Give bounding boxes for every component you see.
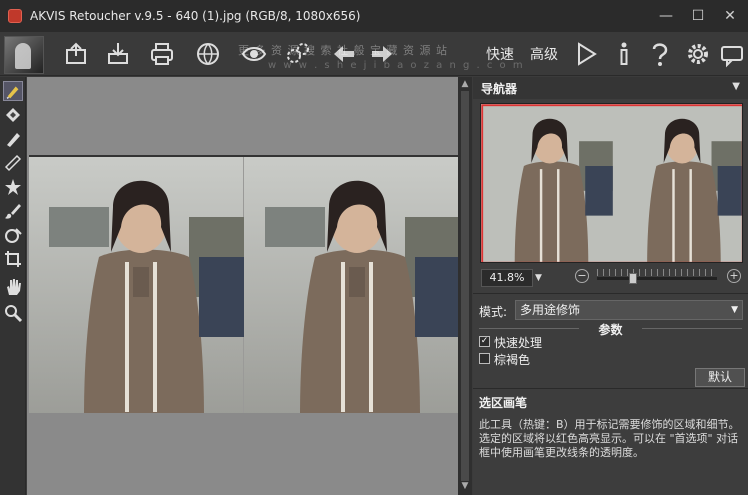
- mode-select-value: 多用途修饰: [520, 303, 581, 317]
- tools-panel: [0, 77, 26, 495]
- star-stamp-icon[interactable]: [3, 177, 23, 197]
- zoom-slider-ticks: [597, 269, 717, 276]
- akvis-logo: [4, 36, 44, 74]
- checkmark-icon: ✓: [480, 336, 489, 346]
- crop-icon[interactable]: [3, 249, 23, 269]
- photo-preview: [29, 155, 458, 413]
- navigator-collapse-icon[interactable]: ▼: [732, 81, 740, 92]
- hand-icon[interactable]: [3, 277, 23, 297]
- print-icon[interactable]: [148, 40, 176, 68]
- zoom-dropdown-icon[interactable]: ▼: [535, 273, 542, 283]
- mode-select[interactable]: 多用途修饰 ▼: [515, 300, 743, 320]
- params-divider-right: [642, 328, 742, 329]
- share-globe-icon[interactable]: [194, 40, 222, 68]
- sepia-checkbox[interactable]: [479, 353, 490, 364]
- quick-mode-tab[interactable]: 快速: [486, 44, 514, 64]
- app-window: AKVIS Retoucher v.9.5 - 640 (1).jpg (RGB…: [0, 0, 748, 495]
- photo-image: [29, 157, 458, 413]
- pencil-icon[interactable]: [3, 129, 23, 149]
- zoom-slider[interactable]: [597, 277, 717, 280]
- eraser-icon[interactable]: [3, 105, 23, 125]
- zoom-slider-handle[interactable]: [629, 273, 637, 284]
- default-button[interactable]: 默认: [695, 368, 745, 387]
- navigator-title: 导航器: [481, 82, 518, 96]
- scrollbar-thumb[interactable]: [461, 91, 469, 481]
- watermark-text: 更 多 资 源 搜 索 社 般 宝 藏 资 源 站: [238, 44, 448, 57]
- zoom-in-icon[interactable]: +: [727, 269, 741, 283]
- divider: [473, 388, 748, 389]
- advanced-mode-tab[interactable]: 高级: [530, 44, 558, 64]
- chevron-down-icon: ▼: [731, 305, 738, 315]
- brush-icon[interactable]: [3, 201, 23, 221]
- paint-bucket-icon[interactable]: [3, 225, 23, 245]
- fast-processing-label: 快速处理: [494, 336, 543, 350]
- zoom-icon[interactable]: [3, 303, 23, 323]
- help-question-icon[interactable]: [646, 40, 674, 68]
- ruler-icon[interactable]: [3, 153, 23, 173]
- close-button[interactable]: ✕: [720, 6, 740, 26]
- comment-bubble-icon[interactable]: [718, 40, 746, 68]
- scroll-down-arrow-icon[interactable]: ▼: [460, 481, 470, 491]
- zoom-out-icon[interactable]: −: [575, 269, 589, 283]
- mode-label: 模式:: [479, 305, 508, 319]
- settings-gear-icon[interactable]: [684, 40, 712, 68]
- minimize-button[interactable]: —: [656, 6, 676, 26]
- info-icon[interactable]: [610, 40, 638, 68]
- maximize-button[interactable]: ☐: [688, 6, 708, 26]
- window-title: AKVIS Retoucher v.9.5 - 640 (1).jpg (RGB…: [30, 9, 361, 23]
- navigator-thumbnail[interactable]: [480, 103, 743, 263]
- help-title: 选区画笔: [479, 396, 528, 410]
- title-bar: AKVIS Retoucher v.9.5 - 640 (1).jpg (RGB…: [0, 0, 748, 32]
- fast-processing-checkbox[interactable]: ✓: [479, 336, 490, 347]
- run-play-icon[interactable]: [572, 40, 600, 68]
- divider: [473, 293, 748, 294]
- sepia-label: 棕褐色: [494, 353, 531, 367]
- right-panel: 导航器 ▼ 41.8% ▼ − + 模式: 多用途修饰 ▼ 参数 ✓ 快速处理 …: [473, 77, 748, 495]
- scroll-up-arrow-icon[interactable]: ▲: [460, 79, 470, 89]
- selection-brush-icon[interactable]: [3, 81, 23, 101]
- navigator-image: [481, 104, 742, 262]
- image-canvas[interactable]: [27, 77, 458, 495]
- help-text: 此工具（热键：B）用于标记需要修饰的区域和细节。选定的区域将以红色高亮显示。可以…: [479, 418, 740, 459]
- app-icon: [8, 9, 22, 23]
- zoom-input[interactable]: 41.8%: [481, 269, 533, 287]
- save-file-icon[interactable]: [104, 40, 132, 68]
- open-file-icon[interactable]: [62, 40, 90, 68]
- vertical-scrollbar[interactable]: ▲ ▼: [458, 77, 472, 495]
- navigator-header: 导航器 ▼: [473, 77, 748, 99]
- main-toolbar: 更 多 资 源 搜 索 社 般 宝 藏 资 源 站 w w w . s h e …: [0, 32, 748, 76]
